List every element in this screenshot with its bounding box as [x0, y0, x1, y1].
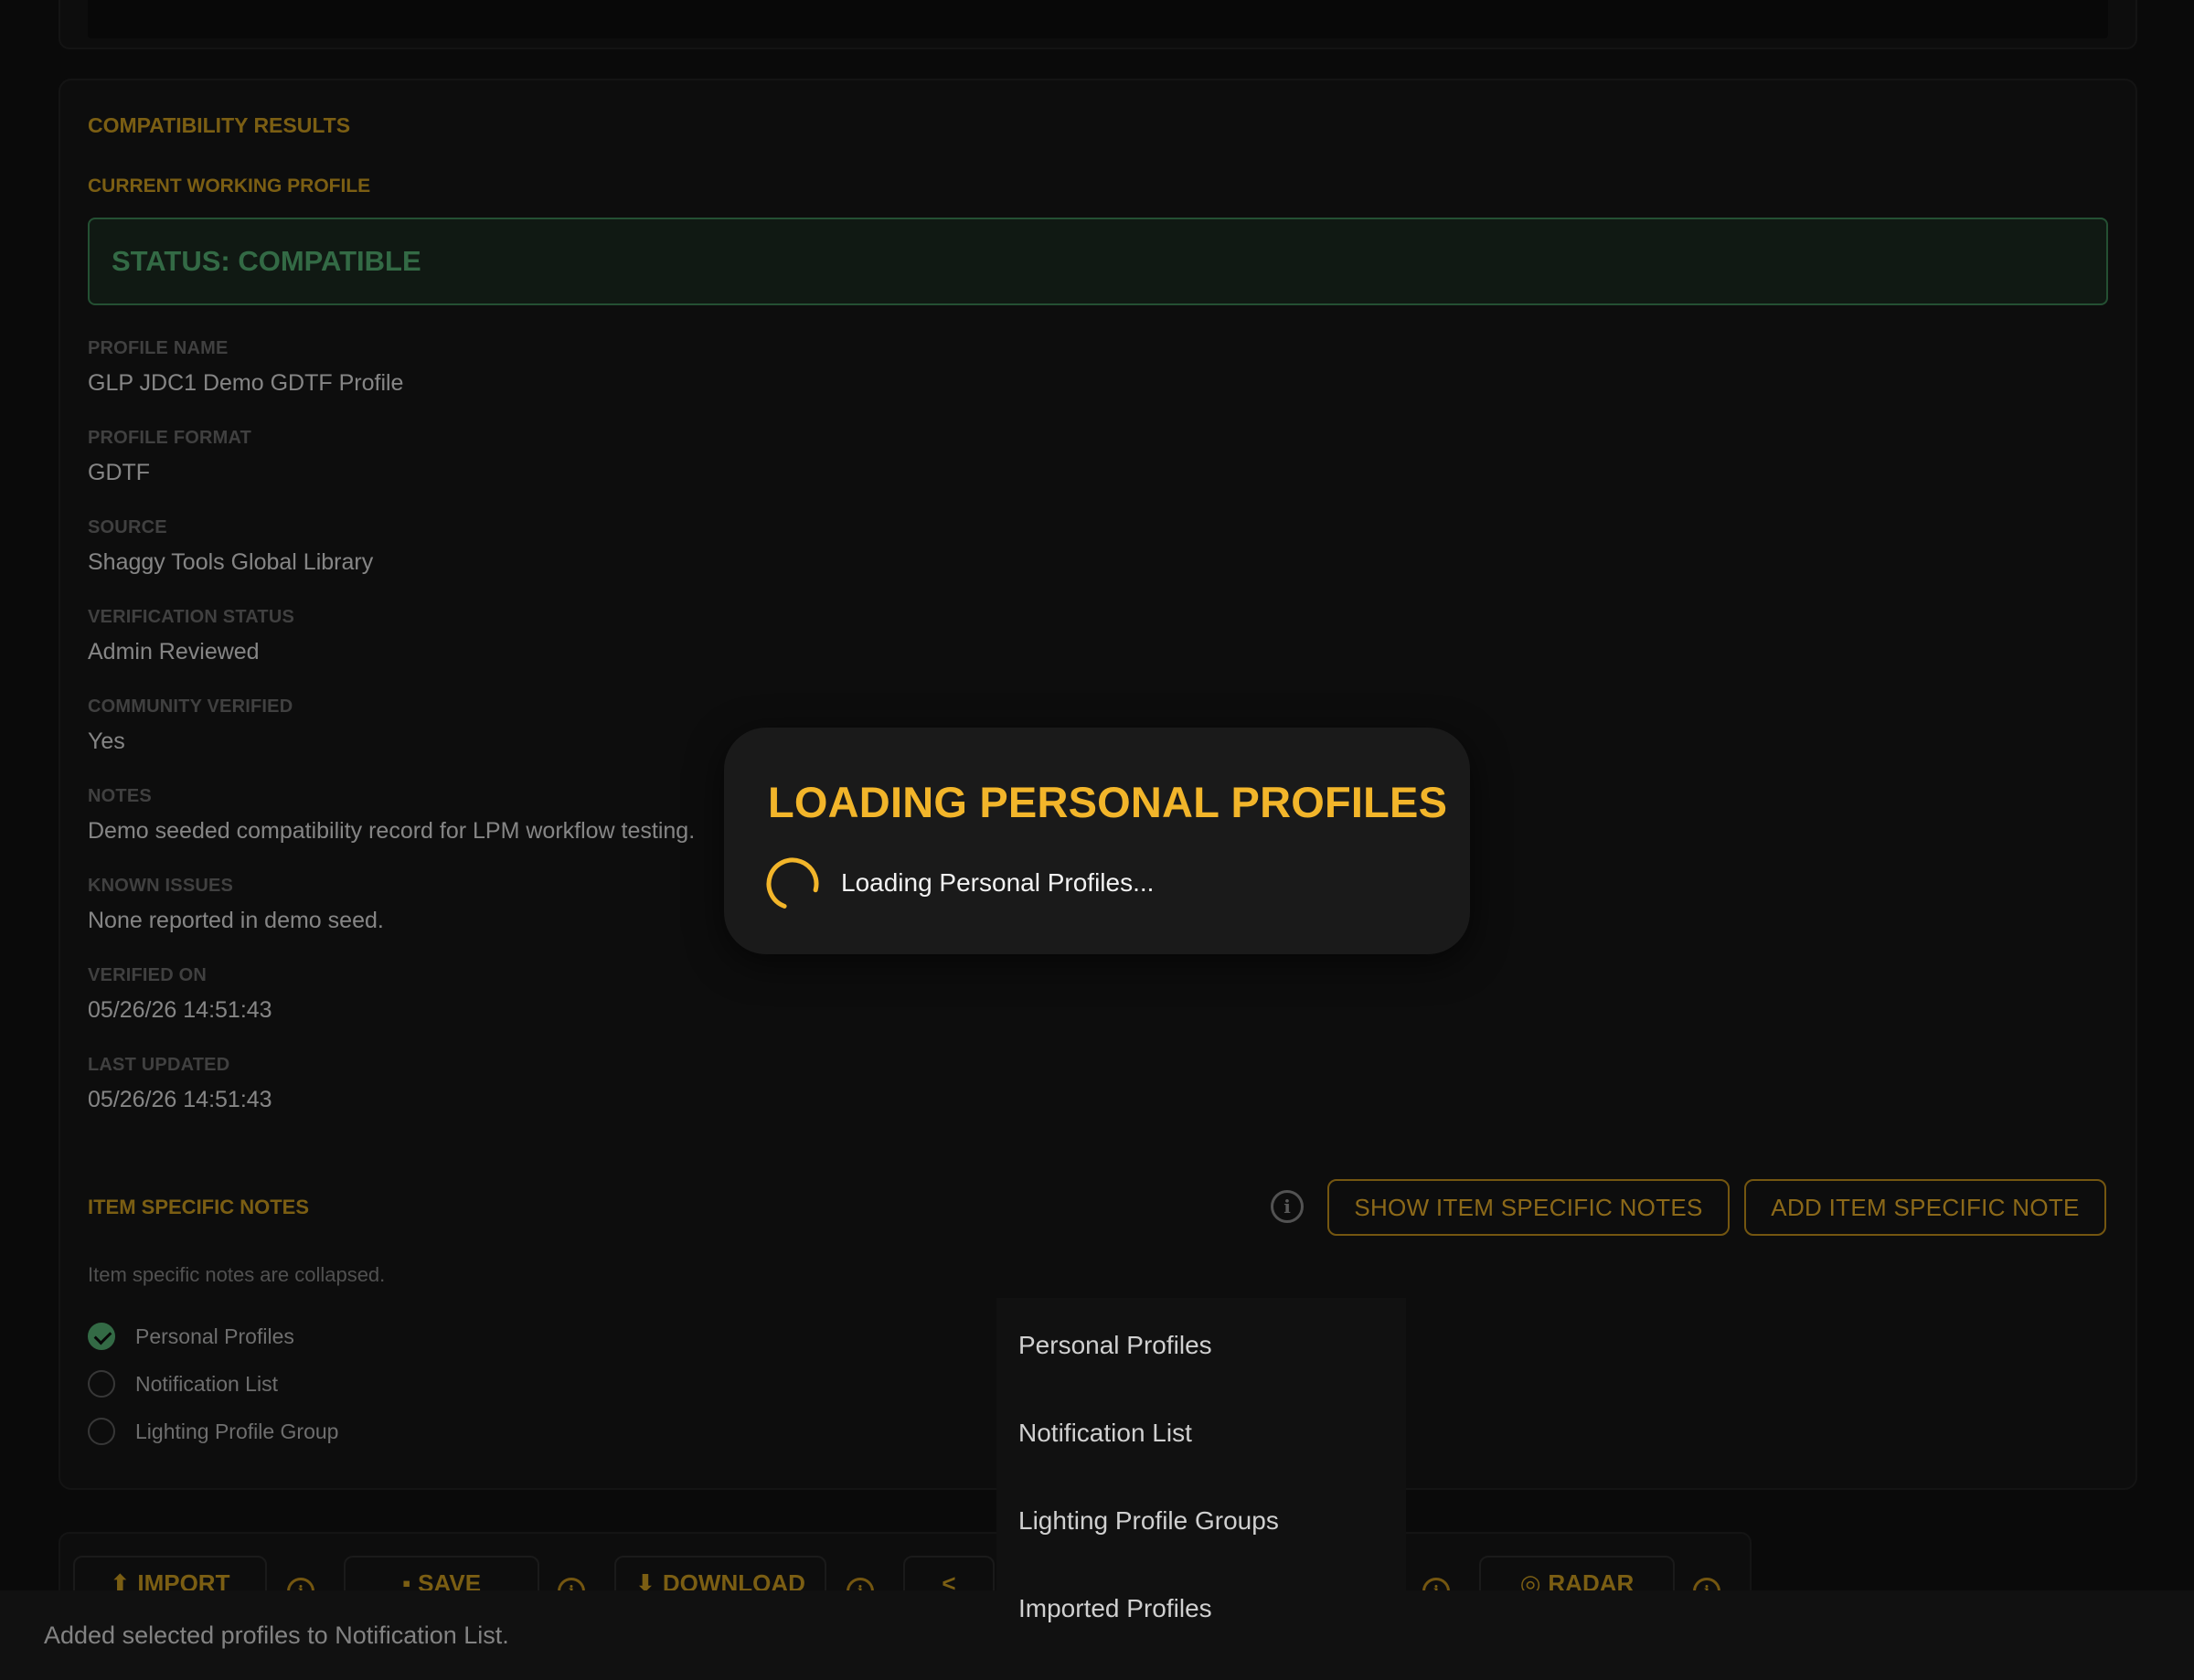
menu-item-imported-profiles[interactable]: Imported Profiles [1018, 1594, 1212, 1623]
menu-item-lighting-profile-groups[interactable]: Lighting Profile Groups [1018, 1506, 1279, 1536]
dialog-message: Loading Personal Profiles... [841, 868, 1155, 897]
spinner-icon [766, 857, 819, 910]
menu-item-notification-list[interactable]: Notification List [1018, 1419, 1192, 1448]
destination-menu: Personal Profiles Notification List Ligh… [996, 1298, 1406, 1622]
menu-item-personal-profiles[interactable]: Personal Profiles [1018, 1331, 1212, 1360]
dialog-title: LOADING PERSONAL PROFILES [768, 778, 1448, 826]
loading-dialog: LOADING PERSONAL PROFILES Loading Person… [724, 728, 1470, 954]
